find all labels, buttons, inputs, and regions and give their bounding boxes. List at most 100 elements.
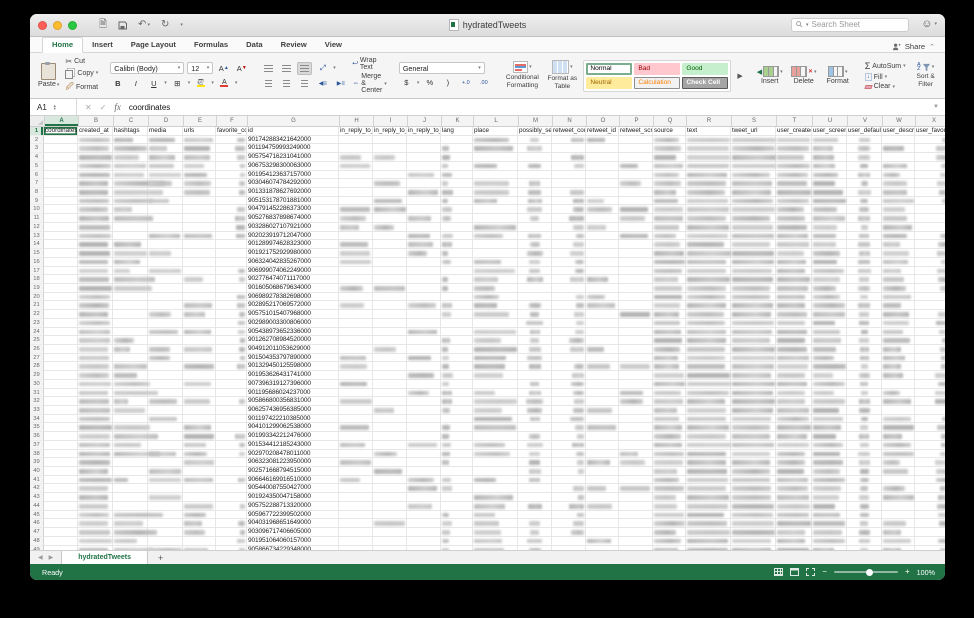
cell-B25[interactable] [78, 336, 113, 345]
cell-L26[interactable] [473, 345, 518, 354]
cell-G44[interactable]: 905752288713320000 [247, 502, 339, 511]
cell-W29[interactable] [882, 371, 915, 380]
cell-N33[interactable] [552, 406, 586, 415]
cell-F37[interactable] [216, 441, 247, 450]
cell-I41[interactable] [373, 476, 407, 485]
cell-K16[interactable] [441, 258, 473, 267]
cell-I5[interactable] [373, 162, 407, 171]
cell-A47[interactable] [44, 528, 78, 537]
cell-B7[interactable] [78, 179, 113, 188]
cell-G23[interactable]: 902989003300806000 [247, 319, 339, 328]
cell-E36[interactable] [183, 432, 216, 441]
cell-K47[interactable] [441, 528, 473, 537]
cell-D33[interactable] [148, 406, 183, 415]
cell-R8[interactable] [686, 188, 731, 197]
cell-E23[interactable] [183, 319, 216, 328]
autosum-button[interactable]: ΣAutoSum▾ [865, 61, 906, 71]
cell-D38[interactable] [148, 450, 183, 459]
cell-F48[interactable] [216, 537, 247, 546]
cell-M43[interactable] [518, 493, 552, 502]
cell-B32[interactable] [78, 397, 113, 406]
cell-W14[interactable] [882, 240, 915, 249]
conditional-formatting-button[interactable]: ▾ Conditional Formatting [503, 61, 541, 89]
cell-I39[interactable] [373, 458, 407, 467]
row-header-15[interactable]: 15 [30, 249, 44, 258]
cell-T38[interactable] [776, 450, 812, 459]
cell-J8[interactable] [407, 188, 441, 197]
cell-L20[interactable] [473, 293, 518, 302]
cell-K5[interactable] [441, 162, 473, 171]
cell-C26[interactable] [113, 345, 148, 354]
cell-A49[interactable] [44, 546, 78, 551]
cell-J46[interactable] [407, 519, 441, 528]
cell-F24[interactable] [216, 328, 247, 337]
cell-S20[interactable] [731, 293, 776, 302]
cell-R18[interactable] [686, 275, 731, 284]
cell-S15[interactable] [731, 249, 776, 258]
cell-E49[interactable] [183, 546, 216, 551]
cell-C25[interactable] [113, 336, 148, 345]
cell-C14[interactable] [113, 240, 148, 249]
cell-R29[interactable] [686, 371, 731, 380]
cell-X11[interactable] [915, 214, 945, 223]
cell-H49[interactable] [339, 546, 373, 551]
cell-R32[interactable] [686, 397, 731, 406]
cell-T35[interactable] [776, 423, 812, 432]
cell-U17[interactable] [812, 267, 847, 276]
cell-X31[interactable] [915, 389, 945, 398]
cell-U39[interactable] [812, 458, 847, 467]
cell-O29[interactable] [586, 371, 619, 380]
row-header-24[interactable]: 24 [30, 328, 44, 337]
cell-D46[interactable] [148, 519, 183, 528]
cell-C46[interactable] [113, 519, 148, 528]
cell-Q37[interactable] [653, 441, 686, 450]
cell-S42[interactable] [731, 484, 776, 493]
cell-E6[interactable] [183, 171, 216, 180]
cell-L10[interactable] [473, 205, 518, 214]
cell-P49[interactable] [619, 546, 653, 551]
cell-V19[interactable] [847, 284, 882, 293]
cell-H6[interactable] [339, 171, 373, 180]
cell-K40[interactable] [441, 467, 473, 476]
cancel-entry-icon[interactable]: ✕ [85, 103, 92, 112]
cell-J29[interactable] [407, 371, 441, 380]
cell-P6[interactable] [619, 171, 653, 180]
cell-A22[interactable] [44, 310, 78, 319]
cell-R31[interactable] [686, 389, 731, 398]
cell-X37[interactable] [915, 441, 945, 450]
cell-I10[interactable] [373, 205, 407, 214]
cell-Q22[interactable] [653, 310, 686, 319]
tab-insert[interactable]: Insert [83, 38, 122, 52]
cell-D8[interactable] [148, 188, 183, 197]
cell-G9[interactable]: 905153178701881000 [247, 197, 339, 206]
cell-R9[interactable] [686, 197, 731, 206]
cell-U31[interactable] [812, 389, 847, 398]
cell-G4[interactable]: 905754716231041000 [247, 153, 339, 162]
cell-M47[interactable] [518, 528, 552, 537]
cell-O13[interactable] [586, 232, 619, 241]
cell-L30[interactable] [473, 380, 518, 389]
close-button[interactable] [38, 21, 47, 30]
cell-Q35[interactable] [653, 423, 686, 432]
cell-H4[interactable] [339, 153, 373, 162]
font-size-select[interactable]: 12▾ [187, 62, 213, 74]
cell-Q8[interactable] [653, 188, 686, 197]
column-header-M[interactable]: M [519, 116, 553, 126]
cell-M24[interactable] [518, 328, 552, 337]
cell-E30[interactable] [183, 380, 216, 389]
cell-X32[interactable] [915, 397, 945, 406]
cell-I45[interactable] [373, 511, 407, 520]
cell-A15[interactable] [44, 249, 78, 258]
cell-H30[interactable] [339, 380, 373, 389]
cell-J5[interactable] [407, 162, 441, 171]
cell-B8[interactable] [78, 188, 113, 197]
cell-P16[interactable] [619, 258, 653, 267]
cell-L35[interactable] [473, 423, 518, 432]
row-header-21[interactable]: 21 [30, 301, 44, 310]
cell-E12[interactable] [183, 223, 216, 232]
cell-E18[interactable] [183, 275, 216, 284]
cell-C23[interactable] [113, 319, 148, 328]
cell-E16[interactable] [183, 258, 216, 267]
cell-H17[interactable] [339, 267, 373, 276]
cell-X33[interactable] [915, 406, 945, 415]
